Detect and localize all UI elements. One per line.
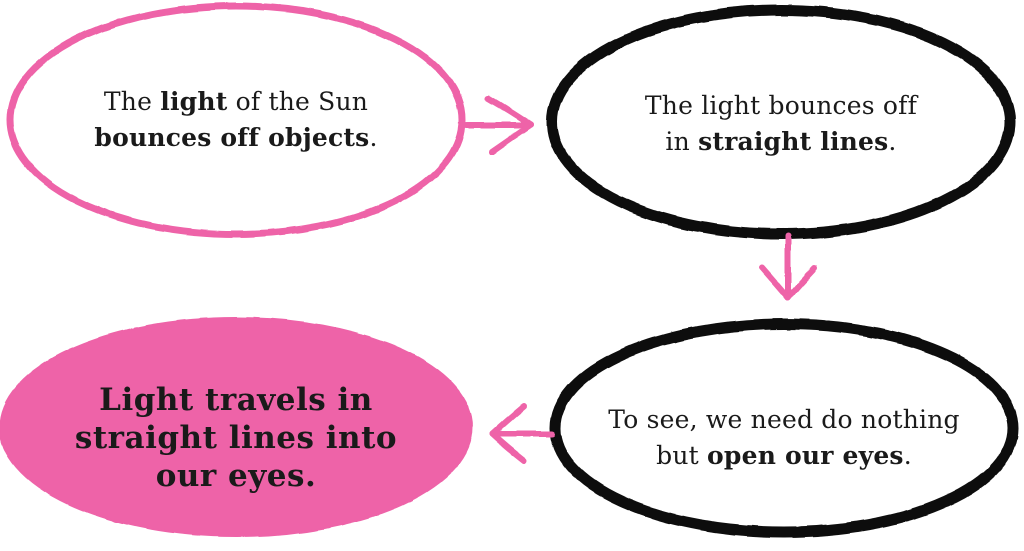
emphasis-text: straight lines into (74, 420, 398, 456)
emphasis-text: our eyes. (155, 458, 317, 494)
node2-line: The light bounces off (645, 88, 917, 124)
plain-text: . (369, 123, 378, 152)
arrow-node3-to-node4 (489, 403, 555, 464)
plain-text: The light bounces off (644, 91, 918, 120)
node1-line: bounces off objects. (94, 120, 377, 156)
node4-line: Light travels in (99, 381, 373, 419)
arrow-node1-to-node2 (463, 95, 534, 155)
plain-text: of the Sun (227, 87, 369, 116)
plain-text: . (903, 441, 912, 470)
arrow-node2-to-node3 (759, 233, 818, 301)
emphasis-text: bounces off objects (94, 123, 370, 152)
node3-line: but open our eyes. (656, 438, 912, 474)
emphasis-text: open our eyes (707, 441, 904, 470)
plain-text: but (656, 441, 708, 470)
node1-text: The light of the Sun bounces off objects. (36, 80, 436, 160)
plain-text: To see, we need do nothing (608, 405, 960, 434)
node1-line: The light of the Sun (104, 84, 368, 120)
node3-text: To see, we need do nothing but open our e… (584, 400, 984, 476)
node3-line: To see, we need do nothing (608, 402, 959, 438)
node4-text: Light travels in straight lines into our e… (16, 378, 456, 498)
plain-text: in (665, 127, 699, 156)
node4-line: our eyes. (156, 457, 317, 495)
emphasis-text: straight lines (698, 127, 889, 156)
plain-text: The (103, 87, 161, 116)
node4-line: straight lines into (75, 419, 397, 457)
emphasis-text: Light travels in (99, 382, 373, 418)
node2-line: in straight lines. (665, 124, 896, 160)
node2-text: The light bounces off in straight lines. (581, 86, 981, 162)
plain-text: . (888, 127, 897, 156)
emphasis-text: light (160, 87, 228, 116)
